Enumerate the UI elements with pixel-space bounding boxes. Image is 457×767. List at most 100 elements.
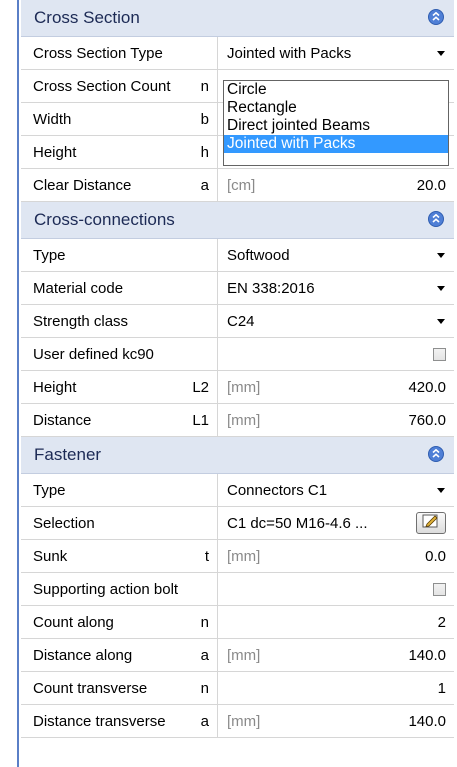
property-symbol: L2	[192, 378, 209, 396]
property-label: Cross Section Count	[33, 77, 171, 95]
dropdown-arrow-icon[interactable]	[436, 250, 446, 260]
property-value: 20.0	[416, 176, 446, 194]
unit-label: [mm]	[227, 378, 261, 396]
property-label: Height	[33, 143, 77, 161]
property-value-input[interactable]: [cm] 20.0	[218, 169, 454, 201]
edit-button[interactable]	[416, 512, 446, 534]
checkbox[interactable]	[433, 347, 446, 361]
property-label: Clear Distance	[33, 176, 132, 194]
property-label: Selection	[33, 514, 95, 532]
property-value: 140.0	[408, 646, 446, 664]
property-value-cell	[218, 338, 454, 370]
property-value: Connectors C1	[227, 481, 328, 499]
property-value-input[interactable]: 1	[218, 672, 454, 704]
property-row-selection: Selection C1 dc=50 M16-4.6 ...	[21, 507, 454, 540]
property-value: 1	[437, 679, 446, 697]
property-symbol: a	[200, 176, 209, 194]
property-value-input[interactable]: [mm] 140.0	[218, 705, 454, 737]
property-row-user-defined-kc90: User defined kc90	[21, 338, 454, 371]
property-row-distance: Distance L1 [mm] 760.0	[21, 404, 454, 437]
property-symbol: b	[200, 110, 209, 128]
property-label: Type	[33, 246, 66, 264]
section-header-cross-connections[interactable]: Cross-connections	[21, 202, 454, 239]
property-value: EN 338:2016	[227, 279, 315, 297]
section-header-fastener[interactable]: Fastener	[21, 437, 454, 474]
property-value-combobox[interactable]: Jointed with Packs	[218, 37, 454, 69]
property-row-height: Height L2 [mm] 420.0	[21, 371, 454, 404]
property-row-clear-distance: Clear Distance a [cm] 20.0	[21, 169, 454, 202]
property-symbol: n	[200, 77, 209, 95]
property-value: C1 dc=50 M16-4.6 ...	[227, 514, 368, 532]
property-row-material-code: Material code EN 338:2016	[21, 272, 454, 305]
property-value-combobox[interactable]: Connectors C1	[218, 474, 454, 506]
property-value-combobox[interactable]: C24	[218, 305, 454, 337]
cross-section-type-dropdown-list[interactable]: Circle Rectangle Direct jointed Beams Joint…	[223, 80, 449, 166]
property-label: Width	[33, 110, 72, 128]
property-value-input[interactable]: [mm] 0.0	[218, 540, 454, 572]
property-label-cell: Sunk t	[21, 540, 218, 572]
property-value-combobox[interactable]: EN 338:2016	[218, 272, 454, 304]
property-symbol: a	[200, 712, 209, 730]
property-symbol: n	[200, 613, 209, 631]
property-label-cell: Count along n	[21, 606, 218, 638]
property-label-cell: Selection	[21, 507, 218, 539]
property-label: Strength class	[33, 312, 129, 330]
property-row-type: Type Softwood	[21, 239, 454, 272]
property-label-cell: Distance transverse a	[21, 705, 218, 737]
section-title: Cross-connections	[34, 210, 175, 229]
property-label-cell: Cross Section Type	[21, 37, 218, 69]
property-symbol: a	[200, 646, 209, 664]
property-value-input[interactable]: [mm] 420.0	[218, 371, 454, 403]
dropdown-option-jointed-with-packs[interactable]: Jointed with Packs	[224, 135, 448, 153]
property-grid-window: Cross Section Cross Section Type Jointed w…	[0, 0, 457, 767]
property-label: Distance transverse	[33, 712, 166, 730]
property-row-distance-transverse: Distance transverse a [mm] 140.0	[21, 705, 454, 738]
property-label-cell: Height L2	[21, 371, 218, 403]
dropdown-arrow-icon[interactable]	[436, 316, 446, 326]
collapse-icon[interactable]	[428, 446, 444, 462]
checkbox[interactable]	[433, 582, 446, 596]
property-symbol: t	[204, 547, 209, 565]
property-label-cell: Height h	[21, 136, 218, 168]
property-label-cell: Supporting action bolt	[21, 573, 218, 605]
section-title: Cross Section	[34, 8, 140, 27]
dropdown-option-rectangle[interactable]: Rectangle	[224, 99, 448, 117]
collapse-icon[interactable]	[428, 9, 444, 25]
property-symbol: n	[200, 679, 209, 697]
property-label: Distance along	[33, 646, 133, 664]
property-row-count-transverse: Count transverse n 1	[21, 672, 454, 705]
property-value: Jointed with Packs	[227, 44, 352, 62]
property-value: 760.0	[408, 411, 446, 429]
property-symbol: L1	[192, 411, 209, 429]
left-border	[17, 0, 19, 767]
collapse-icon[interactable]	[428, 211, 444, 227]
section-title: Fastener	[34, 445, 102, 464]
property-value-input[interactable]: [mm] 140.0	[218, 639, 454, 671]
property-value: 0.0	[425, 547, 446, 565]
dropdown-arrow-icon[interactable]	[436, 485, 446, 495]
property-label-cell: Width b	[21, 103, 218, 135]
dropdown-arrow-icon[interactable]	[436, 48, 446, 58]
property-label-cell: Distance L1	[21, 404, 218, 436]
property-value-combobox[interactable]: Softwood	[218, 239, 454, 271]
property-row-count-along: Count along n 2	[21, 606, 454, 639]
property-label-cell: Type	[21, 474, 218, 506]
property-value: Softwood	[227, 246, 290, 264]
property-label: Distance	[33, 411, 92, 429]
property-label: Supporting action bolt	[33, 580, 179, 598]
unit-label: [mm]	[227, 646, 261, 664]
property-value-cell	[218, 573, 454, 605]
property-label-cell: Distance along a	[21, 639, 218, 671]
section-header-cross-section[interactable]: Cross Section	[21, 0, 454, 37]
dropdown-option-direct-jointed-beams[interactable]: Direct jointed Beams	[224, 117, 448, 135]
property-label-cell: Cross Section Count n	[21, 70, 218, 102]
property-value-input[interactable]: [mm] 760.0	[218, 404, 454, 436]
property-row-supporting-action-bolt: Supporting action bolt	[21, 573, 454, 606]
property-value-input[interactable]: 2	[218, 606, 454, 638]
property-label-cell: Count transverse n	[21, 672, 218, 704]
property-label-cell: User defined kc90	[21, 338, 218, 370]
dropdown-arrow-icon[interactable]	[436, 283, 446, 293]
property-value: 2	[437, 613, 446, 631]
unit-label: [cm]	[227, 176, 256, 194]
dropdown-option-circle[interactable]: Circle	[224, 81, 448, 99]
